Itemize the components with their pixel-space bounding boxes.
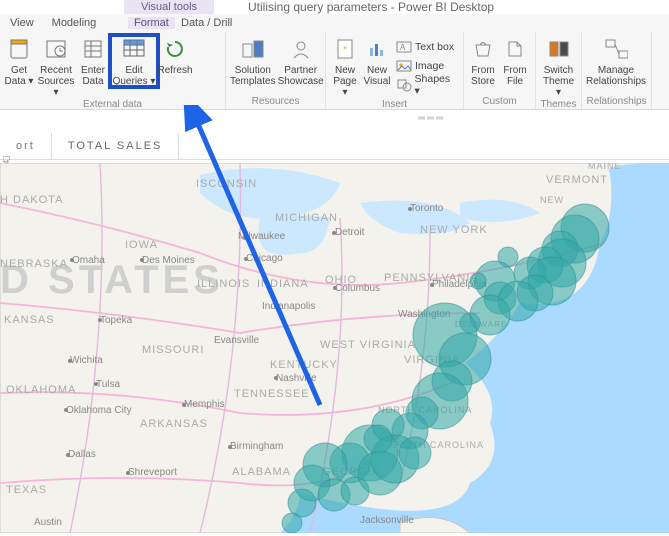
city-tulsa: Tulsa	[96, 379, 121, 390]
new-page-icon: ☀	[333, 37, 357, 61]
label-vermont: VERMONT	[546, 174, 608, 186]
partner-showcase-button[interactable]: Partner Showcase	[278, 35, 324, 87]
city-dm: Des Moines	[142, 255, 195, 266]
enter-data-button[interactable]: Enter Data	[78, 35, 108, 87]
partner-showcase-icon	[289, 37, 313, 61]
city-evansville: Evansville	[214, 335, 259, 346]
label-kentucky: KENTUCKY	[270, 359, 338, 371]
city-dallas: Dallas	[68, 449, 96, 460]
label-wisconsin: ISCONSIN	[196, 178, 257, 190]
label-arkansas: ARKANSAS	[140, 418, 208, 430]
city-chicago: Chicago	[246, 253, 283, 264]
map-visual[interactable]: D STATES H DAKOTA VERMONT MAINE NEW ISCO…	[0, 163, 669, 533]
city-omaha: Omaha	[72, 255, 105, 266]
city-toronto: Toronto	[410, 203, 444, 214]
city-jacksonville: Jacksonville	[360, 515, 414, 526]
city-detroit: Detroit	[335, 227, 365, 238]
label-illinois: ILLINOIS	[197, 278, 250, 290]
textbox-icon: A	[396, 40, 412, 54]
city-topeka: Topeka	[100, 315, 133, 326]
label-maine: MAINE	[588, 163, 622, 171]
tab-data-drill[interactable]: Data / Drill	[175, 17, 238, 29]
ribbon-collapse-handle[interactable]: ═══	[418, 113, 445, 124]
recent-sources-icon	[44, 37, 68, 61]
shapes-icon	[396, 78, 412, 92]
from-store-icon	[471, 37, 495, 61]
group-relationships: Relationships	[586, 95, 647, 109]
city-shreveport: Shreveport	[128, 467, 177, 478]
from-store-button[interactable]: From Store	[468, 35, 498, 87]
city-indy: Indianapolis	[262, 301, 315, 312]
city-memphis: Memphis	[184, 399, 225, 410]
city-wichita: Wichita	[70, 355, 103, 366]
new-page-button[interactable]: ☀ New Page ▾	[330, 35, 360, 98]
group-insert: Insert	[330, 98, 459, 110]
edit-queries-button[interactable]: Edit Queries ▾	[110, 35, 158, 87]
label-texas: TEXAS	[6, 484, 47, 496]
manage-relationships-icon	[604, 37, 628, 61]
sheet-tabs: ort TOTAL SALES	[0, 133, 669, 160]
tab-view[interactable]: View	[4, 17, 40, 29]
svg-text:A: A	[400, 43, 406, 52]
shapes-button[interactable]: Shapes ▾	[394, 75, 459, 94]
city-austin: Austin	[34, 517, 62, 528]
sheet-tab-total-sales[interactable]: TOTAL SALES	[52, 133, 180, 159]
city-birmingham: Birmingham	[230, 441, 283, 452]
recent-sources-button[interactable]: Recent Sources ▾	[36, 35, 76, 98]
manage-relationships-button[interactable]: Manage Relationships	[586, 35, 646, 87]
refresh-button[interactable]: Refresh	[160, 35, 190, 76]
label-indiana: INDIANA	[257, 278, 309, 290]
label-oklahoma: OKLAHOMA	[6, 384, 76, 396]
from-file-icon	[503, 37, 527, 61]
refresh-icon	[163, 37, 187, 61]
city-okc: Oklahoma City	[66, 405, 132, 416]
label-michigan: MICHIGAN	[275, 212, 338, 224]
city-nashville: Nashville	[276, 373, 317, 384]
label-alabama: ALABAMA	[232, 466, 291, 478]
city-columbus: Columbus	[335, 283, 380, 294]
from-file-button[interactable]: From File	[500, 35, 530, 87]
text-box-button[interactable]: A Text box	[394, 37, 456, 56]
ribbon-tabs: View Modeling Format Data / Drill	[0, 14, 669, 32]
get-data-icon	[7, 37, 31, 61]
get-data-button[interactable]: Get Data ▾	[4, 35, 34, 87]
window-title: Utilising query parameters - Power BI De…	[248, 0, 494, 14]
label-new-york: NEW YORK	[420, 224, 488, 236]
group-external-data: External data	[4, 98, 221, 110]
group-resources: Resources	[230, 95, 321, 109]
image-icon	[396, 59, 412, 73]
new-visual-icon	[365, 37, 389, 61]
label-tennessee: TENNESSEE	[234, 388, 310, 400]
switch-theme-button[interactable]: Switch Theme ▾	[540, 35, 577, 98]
solution-templates-icon	[241, 37, 265, 61]
new-visual-button[interactable]: New Visual	[362, 35, 392, 87]
label-nh: NEW	[540, 195, 564, 205]
tab-modeling[interactable]: Modeling	[46, 17, 103, 29]
switch-theme-icon	[547, 37, 571, 61]
edit-queries-icon	[122, 37, 146, 61]
group-themes: Themes	[540, 98, 577, 110]
label-kansas: KANSAS	[4, 314, 55, 326]
label-nebraska: NEBRASKA	[0, 258, 68, 270]
context-tab-visualtools: Visual tools	[124, 0, 214, 14]
label-missouri: MISSOURI	[142, 344, 204, 356]
tab-format[interactable]: Format	[128, 17, 175, 29]
group-custom-visuals: Custom visuals	[468, 95, 531, 109]
label-wv: WEST VIRGINIA	[320, 339, 416, 351]
solution-templates-button[interactable]: Solution Templates	[230, 35, 276, 87]
label-iowa: IOWA	[125, 239, 158, 251]
label-south-dakota: H DAKOTA	[0, 194, 63, 206]
enter-data-icon	[81, 37, 105, 61]
svg-text:☀: ☀	[342, 45, 347, 52]
ribbon: Get Data ▾ Recent Sources ▾ Enter Data E…	[0, 32, 669, 110]
